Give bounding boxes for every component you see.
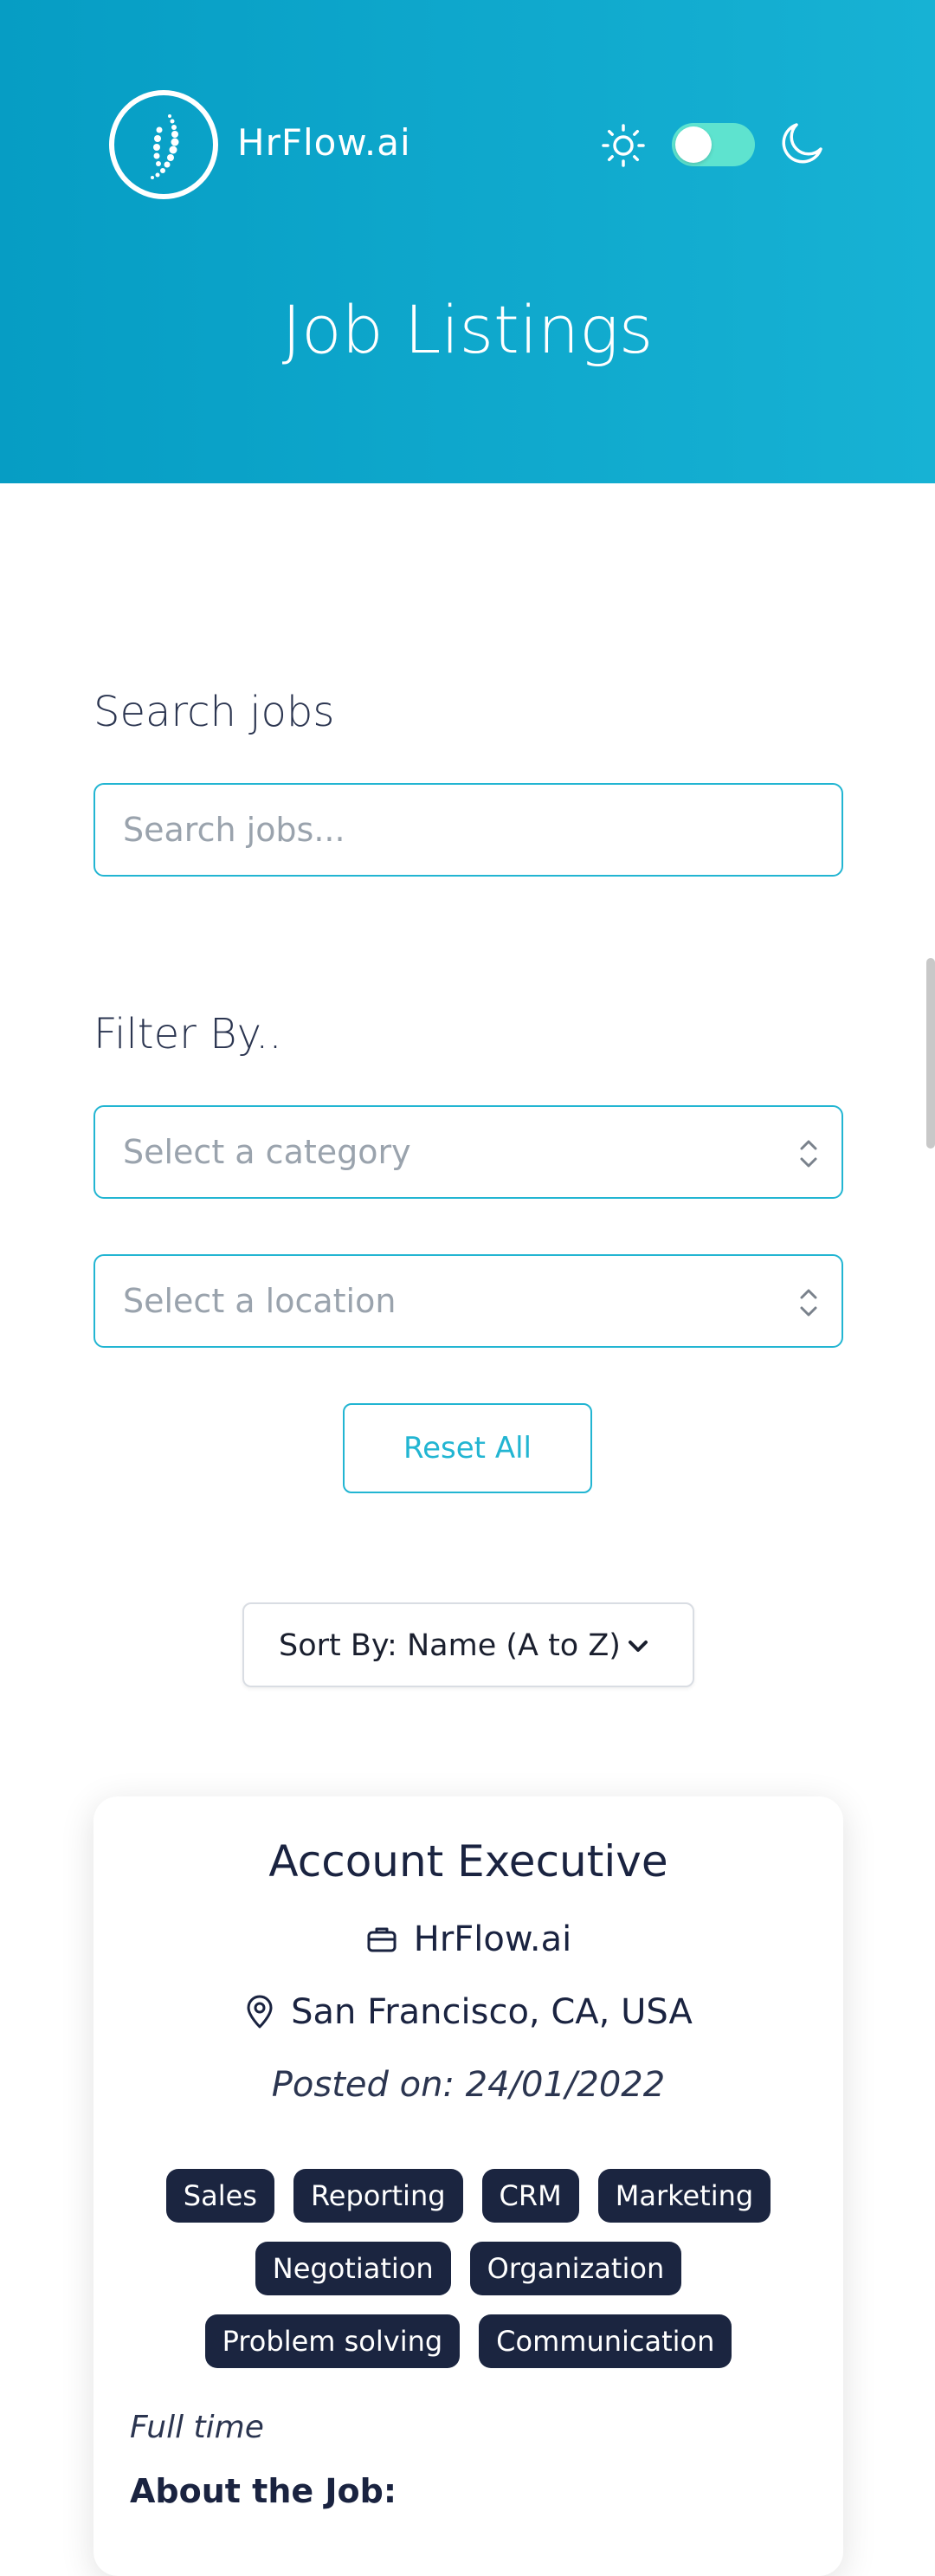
location-placeholder: Select a location [123, 1282, 397, 1320]
location-pin-icon [247, 1995, 273, 2029]
reset-all-button[interactable]: Reset All [343, 1403, 592, 1493]
skill-tag: Problem solving [204, 2314, 461, 2368]
updown-chevron-icon [800, 1289, 817, 1317]
skill-tag: Reporting [293, 2169, 463, 2223]
sort-label: Sort By: Name (A to Z) [279, 1628, 621, 1663]
toggle-knob [675, 126, 712, 163]
job-company: HrFlow.ai [413, 1919, 572, 1959]
filter-label: Filter By.. [94, 1010, 282, 1058]
category-select[interactable]: Select a category [94, 1105, 843, 1199]
search-label: Search jobs [94, 688, 335, 736]
sun-icon[interactable] [601, 123, 646, 168]
job-company-row: HrFlow.ai [94, 1918, 843, 1959]
sort-dropdown[interactable]: Sort By: Name (A to Z) [242, 1602, 694, 1687]
job-posted-date: Posted on: 24/01/2022 [271, 2065, 666, 2105]
skill-tag: Communication [479, 2314, 732, 2368]
page-scrollbar[interactable] [926, 958, 935, 1149]
brand-name[interactable]: HrFlow.ai [237, 121, 411, 164]
moon-icon[interactable] [776, 120, 826, 170]
theme-toggle[interactable] [672, 123, 755, 166]
header: HrFlow.ai Job Listings [0, 0, 935, 483]
updown-chevron-icon [800, 1140, 817, 1168]
skill-tags: Sales Reporting CRM Marketing Negotiatio… [119, 2169, 817, 2368]
skill-tag: CRM [481, 2169, 579, 2223]
skill-tag: Negotiation [255, 2242, 451, 2295]
logo-mark-icon [151, 114, 179, 179]
hrflow-logo[interactable] [109, 90, 218, 199]
category-placeholder: Select a category [123, 1133, 411, 1171]
job-location-row: San Francisco, CA, USA [94, 1990, 843, 2032]
skill-tag: Marketing [597, 2169, 771, 2223]
location-select[interactable]: Select a location [94, 1254, 843, 1348]
job-type: Full time [130, 2410, 264, 2445]
about-job-heading: About the Job: [130, 2472, 397, 2510]
briefcase-icon [367, 1927, 397, 1952]
job-title[interactable]: Account Executive [94, 1836, 843, 1887]
search-placeholder: Search jobs... [123, 811, 345, 849]
job-card[interactable]: Account Executive HrFlow.ai San Francisc… [94, 1796, 843, 2576]
search-input[interactable]: Search jobs... [94, 783, 843, 877]
skill-tag: Organization [469, 2242, 682, 2295]
skill-tag: Sales [165, 2169, 274, 2223]
job-location: San Francisco, CA, USA [291, 1992, 693, 2032]
chevron-down-icon [629, 1641, 648, 1652]
page-title: Job Listings [281, 291, 654, 368]
